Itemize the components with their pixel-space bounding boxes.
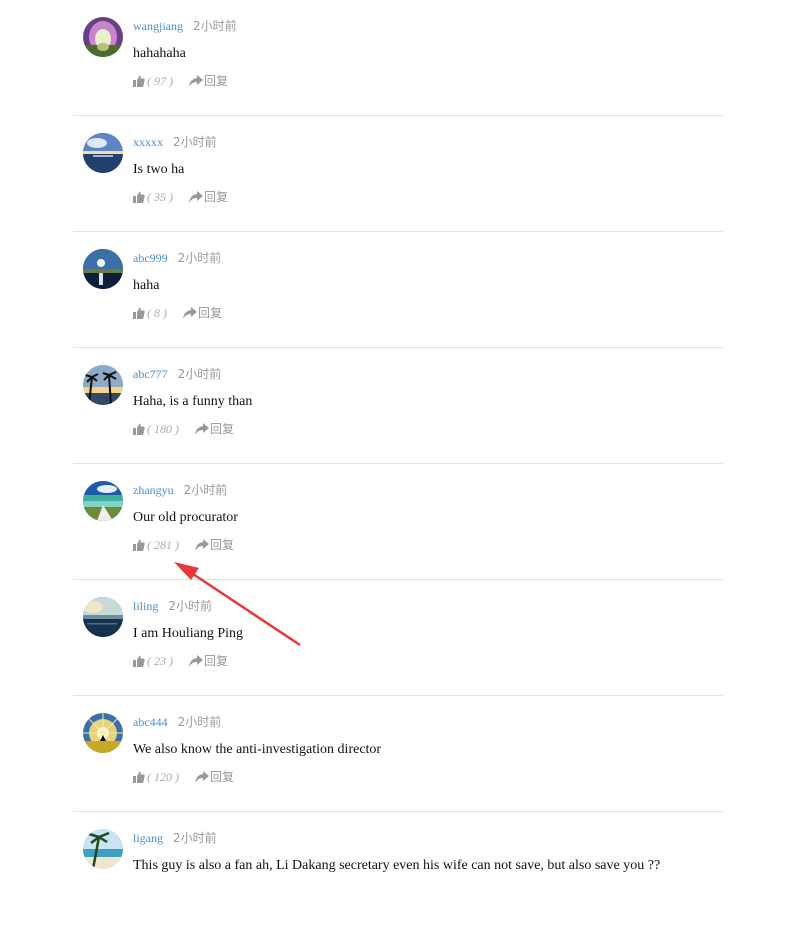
thumbs-up-icon <box>133 423 145 435</box>
comment-item: abc444 2小时前 We also know the anti-investi… <box>73 696 723 812</box>
reply-button[interactable]: 回复 <box>183 305 222 321</box>
comment-text: haha <box>133 278 160 293</box>
like-count: 97 <box>154 74 166 88</box>
like-button[interactable]: ( 35 ) <box>133 189 173 205</box>
thumbs-up-icon <box>133 539 145 551</box>
avatar[interactable] <box>83 713 123 753</box>
comment-text: We also know the anti-investigation dire… <box>133 742 382 757</box>
reply-label: 回复 <box>210 422 235 436</box>
like-button[interactable]: ( 8 ) <box>133 305 167 321</box>
avatar[interactable] <box>83 133 123 173</box>
timestamp: 2小时前 <box>193 19 237 33</box>
comment-item: xxxxx 2小时前 Is two ha ( 35 ) 回复 <box>73 116 723 232</box>
comment-item: zhangyu 2小时前 Our old procurator ( 281 ) 回… <box>73 464 723 580</box>
username-link[interactable]: xxxxx <box>133 135 163 149</box>
share-arrow-icon <box>195 423 209 435</box>
thumbs-up-icon <box>133 75 145 87</box>
comment-item: wangjiang 2小时前 hahahaha ( 97 ) 回复 <box>73 0 723 116</box>
share-arrow-icon <box>189 75 203 87</box>
thumbs-up-icon <box>133 771 145 783</box>
thumbs-up-icon <box>133 307 145 319</box>
like-button[interactable]: ( 23 ) <box>133 653 173 669</box>
like-count: 180 <box>154 422 172 436</box>
comment-item: liling 2小时前 I am Houliang Ping ( 23 ) 回复 <box>73 580 723 696</box>
share-arrow-icon <box>195 771 209 783</box>
thumbs-up-icon <box>133 191 145 203</box>
comment-list: wangjiang 2小时前 hahahaha ( 97 ) 回复 xxxxx 2小… <box>73 0 723 927</box>
like-count: 120 <box>154 770 172 784</box>
like-button[interactable]: ( 120 ) <box>133 769 179 785</box>
username-link[interactable]: abc777 <box>133 367 168 381</box>
comment-item: ligang 2小时前 This guy is also a fan ah, Li… <box>73 812 723 927</box>
comment-text: I am Houliang Ping <box>133 626 244 641</box>
username-link[interactable]: liling <box>133 599 158 613</box>
avatar[interactable] <box>83 365 123 405</box>
reply-label: 回复 <box>198 306 223 320</box>
timestamp: 2小时前 <box>177 251 222 265</box>
username-link[interactable]: abc444 <box>133 715 168 729</box>
reply-label: 回复 <box>210 538 235 552</box>
like-button[interactable]: ( 281 ) <box>133 537 179 553</box>
reply-button[interactable]: 回复 <box>189 73 228 89</box>
timestamp: 2小时前 <box>168 599 212 613</box>
timestamp: 2小时前 <box>173 831 217 845</box>
reply-label: 回复 <box>210 770 235 784</box>
share-arrow-icon <box>189 191 203 203</box>
reply-button[interactable]: 回复 <box>189 653 228 669</box>
username-link[interactable]: wangjiang <box>133 19 183 33</box>
thumbs-up-icon <box>133 655 145 667</box>
share-arrow-icon <box>195 539 209 551</box>
like-count: 281 <box>154 538 172 552</box>
comment-text: Is two ha <box>133 162 185 177</box>
username-link[interactable]: abc999 <box>133 251 168 265</box>
reply-button[interactable]: 回复 <box>195 421 234 437</box>
timestamp: 2小时前 <box>177 715 222 729</box>
timestamp: 2小时前 <box>173 135 217 149</box>
like-count: 35 <box>154 190 166 204</box>
avatar[interactable] <box>83 597 123 637</box>
like-button[interactable]: ( 97 ) <box>133 73 173 89</box>
avatar[interactable] <box>83 249 123 289</box>
comment-text: hahahaha <box>133 46 186 61</box>
avatar[interactable] <box>83 829 123 869</box>
timestamp: 2小时前 <box>177 367 222 381</box>
like-count: 8 <box>154 306 160 320</box>
username-link[interactable]: ligang <box>133 831 163 845</box>
share-arrow-icon <box>183 307 197 319</box>
avatar[interactable] <box>83 481 123 521</box>
comment-text: Our old procurator <box>133 510 238 525</box>
reply-button[interactable]: 回复 <box>195 537 234 553</box>
comment-item: abc999 2小时前 haha ( 8 ) 回复 <box>73 232 723 348</box>
comment-text: Haha, is a funny than <box>133 394 253 409</box>
like-count: 23 <box>154 654 166 668</box>
reply-label: 回复 <box>204 654 229 668</box>
reply-label: 回复 <box>204 74 229 88</box>
comment-item: abc777 2小时前 Haha, is a funny than ( 180 )… <box>73 348 723 464</box>
comment-text: This guy is also a fan ah, Li Dakang sec… <box>133 858 661 873</box>
username-link[interactable]: zhangyu <box>133 483 174 497</box>
reply-button[interactable]: 回复 <box>189 189 228 205</box>
timestamp: 2小时前 <box>183 483 228 497</box>
reply-label: 回复 <box>204 190 229 204</box>
avatar[interactable] <box>83 17 123 57</box>
reply-button[interactable]: 回复 <box>195 769 234 785</box>
share-arrow-icon <box>189 655 203 667</box>
like-button[interactable]: ( 180 ) <box>133 421 179 437</box>
